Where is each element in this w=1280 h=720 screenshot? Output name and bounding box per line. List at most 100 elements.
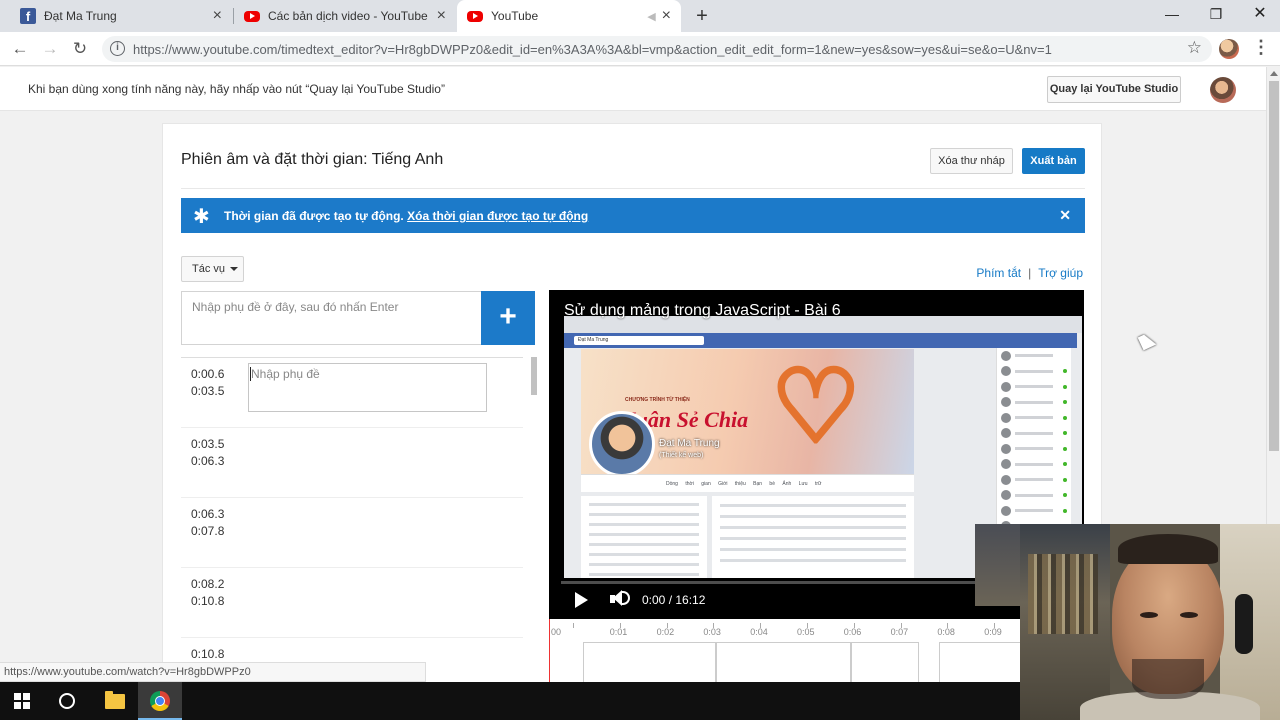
cue-end: 0:07.8 bbox=[191, 524, 225, 538]
avatar[interactable] bbox=[1210, 77, 1236, 103]
info-icon[interactable]: i bbox=[110, 41, 125, 56]
caption-row[interactable]: 0:06.3 0:07.8 bbox=[181, 497, 523, 567]
tab-title: Các bản dịch video - YouTube Studio bbox=[268, 9, 431, 23]
cue-start: 0:06.3 bbox=[191, 507, 225, 521]
help-link[interactable]: Trợ giúp bbox=[1038, 266, 1083, 280]
close-icon[interactable]: ✕ bbox=[1059, 207, 1071, 224]
notice-text: Khi bạn dùng xong tính năng này, hãy nhấ… bbox=[28, 82, 445, 96]
timeline-tick-label: 0:03 bbox=[703, 627, 721, 637]
publish-button[interactable]: Xuất bản bbox=[1022, 148, 1085, 174]
caption-row[interactable]: 0:08.2 0:10.8 bbox=[181, 567, 523, 637]
play-icon[interactable] bbox=[575, 592, 588, 608]
shortcuts-link[interactable]: Phím tắt bbox=[976, 266, 1021, 280]
webcam-edge bbox=[975, 524, 1020, 606]
caption-list: 0:00.6 0:03.5 Nhập phụ đề 0:03.5 0:06.3 … bbox=[181, 357, 537, 682]
cue-start: 0:00.6 bbox=[191, 367, 225, 381]
separator: | bbox=[1028, 266, 1032, 280]
chrome-icon[interactable] bbox=[150, 691, 170, 711]
close-window-button[interactable]: ✕ bbox=[1238, 0, 1280, 30]
back-to-studio-button[interactable]: Quay lại YouTube Studio bbox=[1047, 76, 1181, 103]
video-post-box bbox=[712, 496, 914, 578]
video-fb-search: Đạt Ma Trung bbox=[574, 336, 704, 345]
cue-start: 0:08.2 bbox=[191, 577, 225, 591]
timeline-tick-label: 0:01 bbox=[609, 627, 628, 637]
actions-dropdown[interactable]: Tác vụ bbox=[181, 256, 244, 282]
caption-row[interactable]: 0:00.6 0:03.5 Nhập phụ đề bbox=[181, 357, 523, 427]
browser-tab-bar: f Đạt Ma Trung × Các bản dịch video - Yo… bbox=[0, 0, 1280, 32]
auto-timing-banner: ✱ Thời gian đã được tạo tự động. Xóa thờ… bbox=[181, 198, 1085, 233]
video-intro-box bbox=[581, 496, 707, 578]
windows-start-icon[interactable] bbox=[14, 693, 30, 709]
timeline-cue-block[interactable] bbox=[583, 642, 716, 682]
help-links: Phím tắt | Trợ giúp bbox=[976, 266, 1083, 280]
tab-facebook[interactable]: f Đạt Ma Trung × bbox=[10, 0, 232, 32]
bookmark-star-icon[interactable]: ☆ bbox=[1187, 38, 1202, 58]
cue-end: 0:10.8 bbox=[191, 594, 225, 608]
list-scrollbar[interactable] bbox=[531, 357, 537, 395]
caption-input[interactable]: Nhập phụ đề ở đây, sau đó nhấn Enter bbox=[181, 291, 481, 345]
close-icon[interactable]: × bbox=[662, 7, 671, 25]
beard bbox=[1132, 659, 1204, 699]
video-profile-subtitle: (Thiết kế web) bbox=[659, 452, 704, 459]
tab-youtube-studio[interactable]: Các bản dịch video - YouTube Studio × bbox=[234, 0, 456, 32]
add-caption-button[interactable]: + bbox=[481, 291, 535, 345]
new-tab-button[interactable]: + bbox=[690, 4, 714, 28]
timeline-cue-block[interactable] bbox=[851, 642, 919, 682]
bookshelf bbox=[1020, 524, 1110, 720]
back-arrow-icon[interactable]: ← bbox=[8, 37, 32, 61]
timeline-tick-label: 0:09 bbox=[984, 627, 1002, 637]
file-explorer-icon[interactable] bbox=[105, 691, 125, 709]
tab-title: Đạt Ma Trung bbox=[44, 9, 117, 23]
forward-arrow-icon[interactable]: → bbox=[38, 37, 62, 61]
url-text: https://www.youtube.com/timedtext_editor… bbox=[133, 42, 1052, 57]
cue-end: 0:06.3 bbox=[191, 454, 225, 468]
reload-icon[interactable]: ↻ bbox=[68, 37, 92, 61]
time-display: 0:00 / 16:12 bbox=[642, 593, 706, 607]
timeline-tick-label: 0:08 bbox=[937, 627, 955, 637]
youtube-icon bbox=[467, 10, 483, 22]
profile-avatar[interactable] bbox=[1219, 39, 1239, 59]
maximize-button[interactable]: ❐ bbox=[1194, 0, 1238, 30]
timeline-tick-label: 0:04 bbox=[750, 627, 768, 637]
scroll-up-arrow-icon[interactable] bbox=[1270, 71, 1278, 76]
status-url-tooltip: https://www.youtube.com/watch?v=Hr8gbDWP… bbox=[0, 662, 426, 682]
timeline-tick-label: 0:07 bbox=[890, 627, 909, 637]
page-title: Phiên âm và đặt thời gian: Tiếng Anh bbox=[181, 151, 444, 168]
timeline-tick-label: 00 bbox=[551, 627, 562, 637]
menu-icon[interactable]: ⋮ bbox=[1252, 37, 1270, 58]
cue-end: 0:03.5 bbox=[191, 384, 225, 398]
caption-row[interactable]: 0:03.5 0:06.3 bbox=[181, 427, 523, 497]
video-profile-name: Đạt Ma Trung bbox=[659, 438, 720, 449]
caption-placeholder: Nhập phụ đề ở đây, sau đó nhấn Enter bbox=[192, 300, 399, 314]
video-profile-picture bbox=[589, 411, 655, 477]
close-icon[interactable]: × bbox=[213, 7, 222, 25]
eye bbox=[1180, 612, 1198, 618]
facebook-icon: f bbox=[20, 8, 36, 24]
webcam-overlay bbox=[1020, 524, 1280, 720]
asterisk-icon: ✱ bbox=[193, 206, 210, 228]
studio-notice-bar: Khi bạn dùng xong tính năng này, hãy nhấ… bbox=[0, 67, 1266, 111]
banner-message: Thời gian đã được tạo tự động. bbox=[224, 209, 404, 223]
timeline-cue-block[interactable] bbox=[716, 642, 851, 682]
minimize-button[interactable]: — bbox=[1150, 0, 1194, 30]
video-cover-caption: CHƯƠNG TRÌNH TỪ THIỆN bbox=[625, 397, 690, 403]
cortana-icon[interactable] bbox=[59, 693, 75, 709]
discard-draft-button[interactable]: Xóa thư nháp bbox=[930, 148, 1013, 174]
cue-text-input[interactable]: Nhập phụ đề bbox=[248, 363, 487, 412]
tab-youtube[interactable]: YouTube ◀︎ × bbox=[457, 0, 681, 32]
timeline-tick-label: 0:05 bbox=[797, 627, 815, 637]
video-facebook-bar: Đạt Ma Trung bbox=[564, 333, 1077, 348]
progress-bar[interactable] bbox=[561, 581, 1001, 584]
actions-label: Tác vụ bbox=[192, 263, 226, 275]
url-field[interactable]: i https://www.youtube.com/timedtext_edit… bbox=[102, 36, 1212, 62]
caret-down-icon bbox=[230, 267, 239, 272]
clear-auto-timing-link[interactable]: Xóa thời gian được tạo tự động bbox=[407, 209, 588, 223]
tab-title: YouTube bbox=[491, 9, 539, 23]
close-icon[interactable]: × bbox=[437, 7, 446, 25]
hair bbox=[1118, 534, 1218, 564]
caption-timeline[interactable]: 000:010:020:030:040:050:060:070:080:090:… bbox=[549, 619, 1084, 682]
timeline-tick-label: 0:06 bbox=[843, 627, 862, 637]
cue-placeholder: Nhập phụ đề bbox=[251, 367, 320, 381]
scrollbar-thumb[interactable] bbox=[1269, 81, 1279, 451]
video-title: Sử dụng mảng trong JavaScript - Bài 6 bbox=[564, 302, 841, 319]
